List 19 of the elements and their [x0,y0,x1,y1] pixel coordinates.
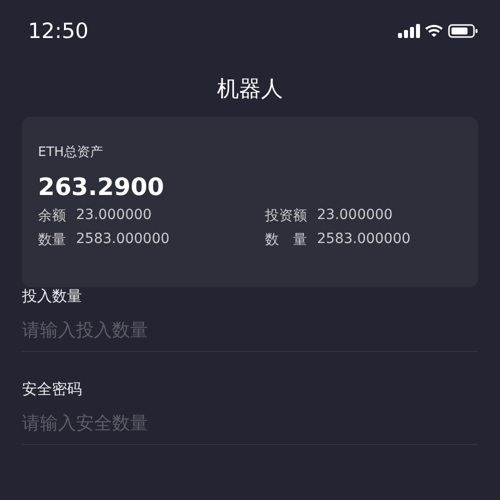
stat-value: 23.000000 [317,207,393,225]
input-field[interactable]: 请输入投入数量 [22,306,478,352]
stat-value: 2583.000000 [76,231,170,249]
page-title: 机器人 [216,76,284,104]
stat-label: 数量 [38,231,66,249]
wifi-icon [425,24,443,38]
field-label: 安全密码 [22,380,83,399]
signal-icon [398,24,420,38]
asset-label: ETH总资产 [38,144,104,161]
asset-total: 263.2900 [38,173,166,201]
status-time: 12:50 [28,19,89,43]
battery-icon [448,24,478,38]
stat-label: 数 量 [265,231,307,249]
stat-value: 2583.000000 [317,231,411,249]
stat-label: 投资额 [265,207,307,225]
field-label: 投入数量 [22,287,83,306]
input-field[interactable]: 请输入安全数量 [22,399,478,445]
stat-label: 余额 [38,207,66,225]
stat-value: 23.000000 [76,207,152,225]
